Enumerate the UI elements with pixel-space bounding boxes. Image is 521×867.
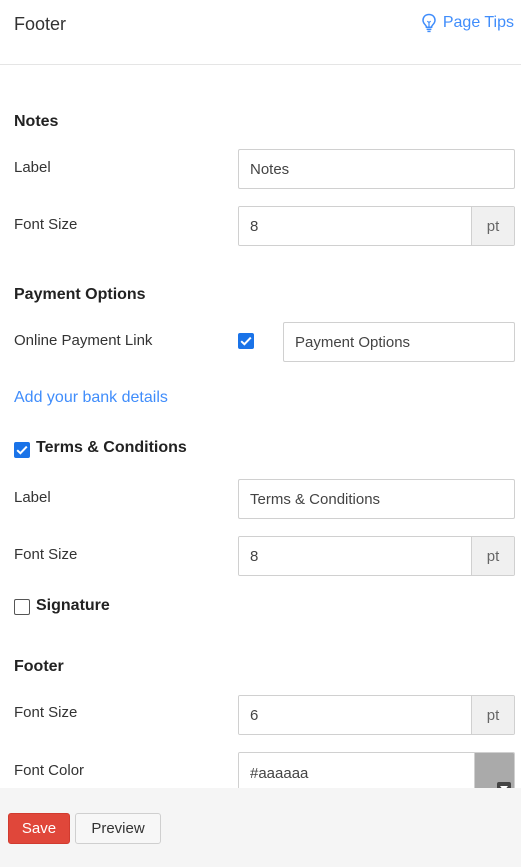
payment-options-section-title: Payment Options	[14, 286, 146, 303]
footer-font-size-unit: pt	[471, 696, 514, 734]
notes-font-size-text: Font Size	[14, 216, 78, 233]
terms-label-text: Label	[14, 489, 51, 506]
terms-font-size-input[interactable]	[239, 537, 471, 575]
notes-section-title: Notes	[14, 113, 59, 130]
terms-font-size-unit: pt	[471, 537, 514, 575]
footer-font-size-input[interactable]	[239, 696, 471, 734]
preview-button[interactable]: Preview	[75, 813, 161, 844]
notes-label-input[interactable]	[238, 149, 515, 189]
notes-label-text: Label	[14, 159, 51, 176]
save-button[interactable]: Save	[8, 813, 70, 844]
terms-font-size-text: Font Size	[14, 546, 78, 563]
checkmark-icon	[240, 336, 252, 346]
panel-title: Footer	[14, 14, 67, 34]
panel-header: Footer Page Tips	[0, 0, 521, 65]
notes-font-size-input[interactable]	[239, 207, 471, 245]
terms-checkbox[interactable]	[14, 442, 30, 458]
terms-font-size-group: pt	[238, 536, 515, 576]
checkmark-icon	[16, 445, 28, 455]
terms-label-input[interactable]	[238, 479, 515, 519]
action-bar: Save Preview	[0, 788, 521, 867]
page-tips-link[interactable]: Page Tips	[421, 13, 514, 33]
online-payment-link-input[interactable]	[283, 322, 515, 362]
signature-checkbox-label[interactable]: Signature	[36, 597, 110, 615]
signature-checkbox[interactable]	[14, 599, 30, 615]
notes-font-size-unit: pt	[471, 207, 514, 245]
footer-section-title: Footer	[14, 658, 64, 675]
terms-checkbox-label[interactable]: Terms & Conditions	[36, 439, 187, 457]
notes-font-size-group: pt	[238, 206, 515, 246]
footer-font-size-group: pt	[238, 695, 515, 735]
lightbulb-icon	[421, 13, 437, 33]
online-payment-link-checkbox[interactable]	[238, 333, 254, 349]
footer-font-size-text: Font Size	[14, 704, 78, 721]
online-payment-link-text: Online Payment Link	[14, 332, 153, 349]
add-bank-details-link[interactable]: Add your bank details	[14, 389, 168, 407]
footer-font-color-input[interactable]	[239, 753, 474, 793]
footer-font-color-text: Font Color	[14, 762, 85, 779]
page-tips-label: Page Tips	[442, 14, 514, 31]
